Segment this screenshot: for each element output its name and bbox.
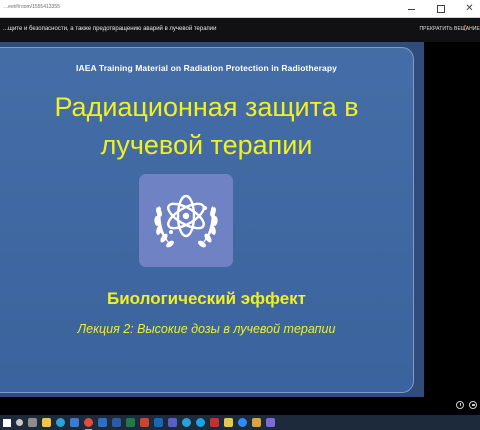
excel-icon[interactable] [126,418,135,427]
slide-lecture: Лекция 2: Высокие дозы в лучевой терапии [77,322,336,336]
stop-share-button[interactable]: ПРЕКРАТИТЬ ВЕЩАНИЕ [419,26,480,32]
slide-subtitle: Биологический эффект [106,289,306,308]
meeting-header: ...щите и безопасности, а также предотвр… [0,18,480,42]
close-icon[interactable]: ✕ [465,4,474,14]
participants-panel [424,42,480,397]
slide-title-line-2: лучевой терапии [100,130,313,160]
chrome-icon[interactable] [84,418,93,430]
url-text[interactable]: ...eet#/room/1555413355 [4,4,60,10]
leave-icon[interactable] [469,401,477,409]
iaea-logo [139,174,233,267]
presentation-slide: IAEA Training Material on Radiation Prot… [0,47,414,393]
browser-strip: ...eet#/room/1555413355 ✕ [0,0,480,18]
acrobat-icon[interactable] [210,418,219,427]
powerpoint-icon[interactable] [140,418,149,427]
notes-icon[interactable] [224,418,233,427]
zoom-icon[interactable] [238,418,247,427]
photos-icon[interactable] [266,418,275,427]
minimize-icon[interactable] [407,4,416,13]
store-icon[interactable] [70,418,79,427]
file-explorer-icon[interactable] [42,418,51,427]
maximize-icon[interactable] [436,4,445,13]
mail-icon[interactable] [98,418,107,427]
folder-icon[interactable] [252,418,261,427]
task-view-icon[interactable] [28,418,37,427]
iaea-emblem-icon [154,194,218,248]
telegram-icon[interactable] [182,418,191,427]
slide-header: IAEA Training Material on Radiation Prot… [76,63,337,73]
windows-taskbar [0,415,480,430]
slide-title: Радиационная защита в лучевой терапии [0,88,413,164]
slide-title-line-1: Радиационная защита в [54,92,359,122]
meeting-title: ...щите и безопасности, а также предотвр… [3,26,217,32]
search-icon[interactable] [16,419,23,426]
start-icon[interactable] [3,418,11,427]
word-icon[interactable] [112,418,121,427]
edge-icon[interactable] [56,418,65,427]
power-icon[interactable] [456,401,464,409]
outlook-icon[interactable] [154,418,163,427]
recording-indicator-icon [464,25,466,27]
teams-icon[interactable] [168,418,177,427]
window-controls: ✕ [407,4,474,14]
meeting-controls [0,397,480,415]
skype-icon[interactable] [196,418,205,427]
